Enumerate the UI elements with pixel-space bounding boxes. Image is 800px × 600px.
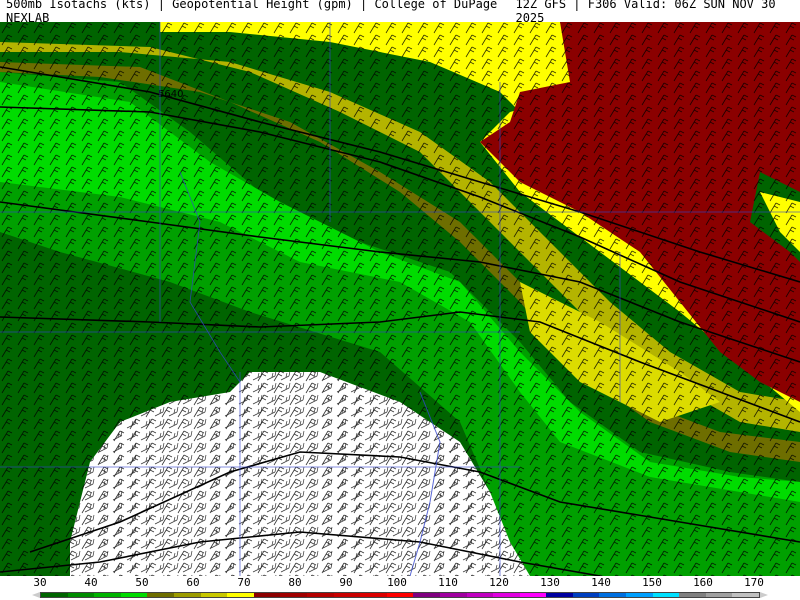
colorbar-segment <box>41 593 68 597</box>
colorbar-segment <box>94 593 121 597</box>
colorbar-segment <box>732 593 760 597</box>
colorbar-segment <box>626 593 653 597</box>
colorbar-segment <box>439 593 467 597</box>
colorbar-segment <box>333 593 361 597</box>
colorbar-tick-label: 100 <box>387 576 407 589</box>
colorbar-segment <box>546 593 573 597</box>
colorbar-segment <box>386 593 414 597</box>
colorbar-tick-label: 150 <box>642 576 662 589</box>
colorbar-scale <box>40 592 760 598</box>
colorbar-segment <box>67 593 95 597</box>
colorbar-tick-label: 170 <box>744 576 764 589</box>
colorbar-tick-label: 110 <box>438 576 458 589</box>
colorbar-tick-label: 140 <box>591 576 611 589</box>
colorbar-tick-label: 120 <box>489 576 509 589</box>
weather-map: 5640 <box>0 22 800 576</box>
colorbar-segment <box>360 593 387 597</box>
isotach-field: 5640 <box>0 22 800 576</box>
colorbar-tick-label: 130 <box>540 576 560 589</box>
contour-label: 5640 <box>158 89 183 100</box>
colorbar-segment <box>253 593 281 597</box>
colorbar-segment <box>173 593 201 597</box>
colorbar-segment <box>519 593 547 597</box>
colorbar-segment <box>413 593 440 597</box>
model-run-info: 12Z GFS | F306 Valid: 06Z SUN NOV 30 202… <box>515 0 776 25</box>
colorbar-segment <box>572 593 600 597</box>
colorbar-segment <box>306 593 334 597</box>
colorbar-tick-label: 50 <box>135 576 149 589</box>
colorbar-segment <box>200 593 228 597</box>
colorbar-segment <box>599 593 627 597</box>
colorbar-tick-label: 30 <box>33 576 47 589</box>
colorbar-segment <box>679 593 706 597</box>
colorbar-tick-label: 70 <box>237 576 251 589</box>
colorbar-segment <box>147 593 174 597</box>
colorbar-tick-label: 60 <box>186 576 200 589</box>
colorbar-tick-label: 160 <box>693 576 713 589</box>
colorbar-tick-label: 80 <box>288 576 302 589</box>
colorbar-tick-label: 40 <box>84 576 98 589</box>
colorbar-segment <box>705 593 733 597</box>
colorbar-max-arrow <box>760 592 768 598</box>
colorbar-min-arrow <box>32 592 40 598</box>
product-title: 500mb Isotachs (kts) | Geopotential Heig… <box>6 0 498 25</box>
colorbar-segment <box>652 593 680 597</box>
colorbar-segment <box>466 593 494 597</box>
map-title-bar: 500mb Isotachs (kts) | Geopotential Heig… <box>0 0 800 25</box>
isotach-colorbar: 30 40 50 60 70 80 90 100 110 120 130 140 150 160 170 <box>0 576 800 600</box>
colorbar-segment <box>227 593 254 597</box>
colorbar-segment <box>493 593 520 597</box>
colorbar-segment <box>280 593 307 597</box>
colorbar-tick-label: 90 <box>339 576 353 589</box>
colorbar-segment <box>120 593 148 597</box>
